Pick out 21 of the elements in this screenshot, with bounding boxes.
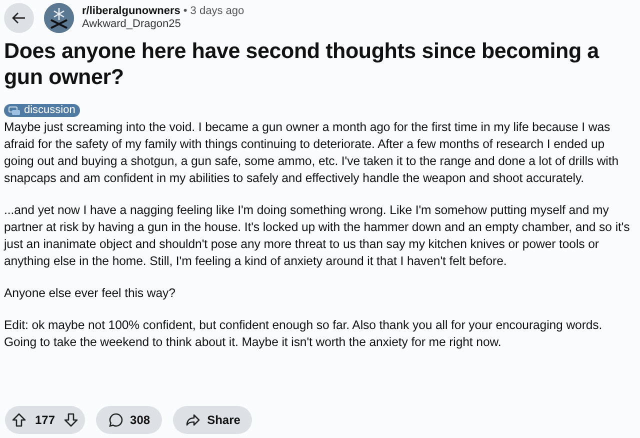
downvote-icon bbox=[63, 412, 80, 428]
upvote-icon bbox=[11, 412, 27, 428]
community-avatar[interactable] bbox=[44, 3, 74, 33]
post-paragraph: Maybe just screaming into the void. I became a gun owner a month ago for the first time in my life because I was afraid for the safety of my family with things continuing to deteriorate. After a few months of research I ended up going out and buying a shotgun, a gun safe, some ammo, etc. I've taken it to the range and done a lot of drills with snapcaps and am confident in my abilities to safely and effectively handle the weapon and shoot accurately. bbox=[4, 119, 620, 187]
post-paragraph: ...and yet now I have a nagging feeling like I'm doing something wrong. Like I'm somehow putting myself and my partner at risk by having a gun in the house. It's locked up with the hammer down and an empty chamber, and so it's just an inanimate object and shouldn't pose any more threat to us than say my kitchen knives or power tools or anything else in the home. Still, I'm feeling a kind of anxiety around it that I haven't felt before. bbox=[4, 202, 631, 270]
post-paragraph: Anyone else ever feel this way? bbox=[4, 285, 176, 302]
back-arrow-icon bbox=[11, 10, 27, 26]
community-name[interactable]: r/liberalgunowners bbox=[82, 5, 180, 18]
back-button[interactable] bbox=[4, 3, 34, 33]
share-arrow-icon bbox=[185, 412, 202, 428]
flair-label: discussion bbox=[24, 104, 76, 117]
post-paragraph: Edit: ok maybe not 100% confident, but confident enough so far. Also thank you all for your encouraging words. Going to take the weekend to think about it. Maybe it isn't worth the anxiety for me right now. bbox=[4, 317, 604, 351]
vote-count: 177 bbox=[34, 413, 56, 427]
post-title: Does anyone here have second thoughts since becoming a gun owner? bbox=[4, 38, 600, 90]
separator-dot: • bbox=[183, 5, 188, 18]
comments-button[interactable]: 308 bbox=[96, 406, 162, 434]
speech-bubble-icon bbox=[108, 412, 124, 428]
chat-bubbles-icon bbox=[8, 106, 21, 116]
author-name[interactable]: Awkward_Dragon25 bbox=[82, 18, 244, 31]
post-time: 3 days ago bbox=[190, 5, 244, 18]
share-button[interactable]: Share bbox=[173, 406, 252, 434]
